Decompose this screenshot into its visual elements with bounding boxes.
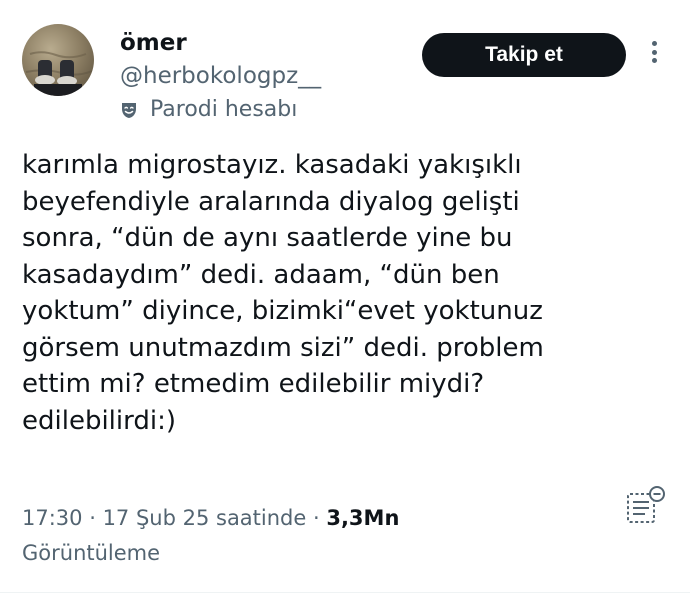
parody-badge: Parodi hesabı (118, 96, 297, 124)
user-handle[interactable]: @herbokologpz__ (120, 62, 321, 90)
tweet-line: ettim mi? etmedim edilebilir miydi? (22, 369, 485, 399)
tweet-text: karımla migrostayız. kasadaki yakışıklı … (22, 147, 662, 439)
tweet-time[interactable]: 17:30 (22, 506, 83, 530)
more-vertical-icon[interactable] (644, 38, 664, 66)
views-count: 3,3Mn (326, 506, 400, 530)
tweet-line: yoktum” diyince, bizimki“evet yoktunuz (22, 296, 543, 326)
follow-button[interactable]: Takip et (422, 33, 626, 77)
parody-label: Parodi hesabı (150, 97, 298, 122)
tweet-line: kasadaydım” dedi. adaam, “dün ben (22, 259, 500, 290)
tweet-line: karımla migrostayız. kasadaki yakışıklı (22, 150, 522, 180)
views-label: Görüntüleme (22, 541, 161, 565)
tweet-meta: 17:30 · 17 Şub 25 saatinde · 3,3Mn (22, 502, 399, 534)
tweet-date[interactable]: 17 Şub 25 saatinde (103, 506, 307, 530)
tweet-line: görsem unutmazdım sizi” dedi. problem (22, 332, 544, 363)
tweet-line: edilebilirdi:) (22, 405, 176, 436)
divider (0, 592, 690, 593)
display-name[interactable]: ömer (120, 28, 187, 58)
tweet-line: beyefendiyle aralarında diyalog gelişti (22, 186, 520, 217)
theater-masks-icon (118, 99, 140, 121)
meta-separator: · (82, 506, 103, 530)
tweet-line: sonra, “dün de aynı saatlerde yine bu (22, 223, 513, 253)
avatar-photo (25, 51, 93, 96)
avatar[interactable] (22, 24, 94, 96)
meta-separator: · (306, 506, 327, 530)
translate-post-icon[interactable] (624, 484, 668, 528)
